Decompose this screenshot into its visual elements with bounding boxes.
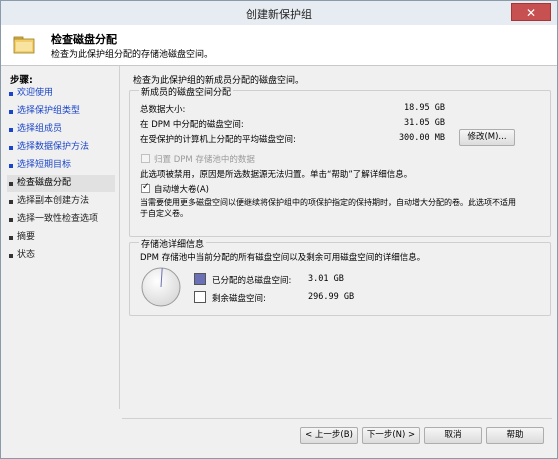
storage-pool-desc: DPM 存储池中当前分配的所有磁盘空间以及剩余可用磁盘空间的详细信息。 — [140, 253, 426, 263]
next-button[interactable]: 下一步(N) > — [362, 427, 420, 444]
pie-chart-icon — [141, 267, 181, 307]
step-label: 摘要 — [17, 232, 36, 242]
step-label: 选择组成员 — [17, 124, 63, 134]
free-value: 296.99 GB — [308, 292, 355, 302]
bullet-icon — [9, 182, 13, 186]
folder-icon — [13, 36, 35, 54]
step-replica-creation: 选择副本创建方法 — [7, 193, 115, 210]
step-label: 检查磁盘分配 — [17, 178, 72, 188]
bullet-icon — [9, 200, 13, 204]
step-label: 选择一致性检查选项 — [17, 214, 99, 224]
free-legend-swatch — [194, 291, 206, 303]
total-data-label: 总数据大小: — [140, 105, 186, 115]
autogrow-description: 当需要使用更多磁盘空间以便继续将保护组中的项保护指定的保持期时，自动增大分配的卷… — [140, 198, 516, 207]
autogrow-checkbox[interactable] — [141, 182, 150, 193]
allocated-legend-swatch — [194, 273, 206, 285]
wizard-header: 检查磁盘分配 检查为此保护组分配的存储池磁盘空间。 — [1, 25, 557, 66]
autogrow-label: 自动增大卷(A) — [154, 185, 209, 195]
window-title: 创建新保护组 — [246, 8, 312, 21]
free-label: 剩余磁盘空间: — [212, 294, 266, 304]
step-label: 选择副本创建方法 — [17, 196, 90, 206]
protected-avg-value: 300.00 MB — [398, 133, 445, 143]
steps-panel: 步骤: 欢迎使用 选择保护组类型 选择组成员 选择数据保护方法 选择短期目标 检… — [1, 66, 120, 409]
allocated-value: 3.01 GB — [308, 274, 344, 284]
bullet-icon — [9, 146, 13, 150]
footer-separator — [122, 418, 552, 419]
step-select-group-type[interactable]: 选择保护组类型 — [7, 103, 115, 120]
step-status: 状态 — [7, 247, 115, 264]
help-button[interactable]: 帮助 — [486, 427, 544, 444]
step-consistency-check: 选择一致性检查选项 — [7, 211, 115, 228]
step-welcome[interactable]: 欢迎使用 — [7, 85, 115, 102]
title-bar: 创建新保护组 ✕ — [1, 1, 557, 25]
new-members-group: 新成员的磁盘空间分配 总数据大小: 18.95 GB 在 DPM 中分配的磁盘空… — [129, 85, 551, 237]
step-protection-method[interactable]: 选择数据保护方法 — [7, 139, 115, 156]
bullet-icon — [9, 236, 13, 240]
bullet-icon — [9, 254, 13, 258]
back-button[interactable]: < 上一步(B) — [300, 427, 358, 444]
bullet-icon — [9, 218, 13, 222]
colocate-note: 此选项被禁用，原因是所选数据源无法归置。单击“帮助”了解详细信息。 — [140, 170, 413, 180]
step-short-term-goals[interactable]: 选择短期目标 — [7, 157, 115, 174]
colocate-checkbox[interactable] — [141, 154, 150, 163]
step-label: 欢迎使用 — [17, 88, 54, 98]
bullet-icon — [9, 164, 13, 168]
step-label: 状态 — [17, 250, 36, 260]
protected-avg-label: 在受保护的计算机上分配的平均磁盘空间: — [140, 135, 296, 145]
colocate-label: 归置 DPM 存储池中的数据 — [154, 155, 255, 165]
allocated-label: 已分配的总磁盘空间: — [212, 276, 292, 286]
step-summary: 摘要 — [7, 229, 115, 246]
page-title: 检查磁盘分配 — [51, 33, 117, 46]
dpm-allocated-value: 31.05 GB — [404, 118, 445, 128]
step-select-members[interactable]: 选择组成员 — [7, 121, 115, 138]
step-review-disk-allocation: 检查磁盘分配 — [7, 175, 115, 192]
step-label: 选择短期目标 — [17, 160, 72, 170]
steps-title: 步骤: — [10, 75, 33, 86]
storage-pool-group: 存储池详细信息 DPM 存储池中当前分配的所有磁盘空间以及剩余可用磁盘空间的详细… — [129, 237, 551, 316]
modify-button[interactable]: 修改(M)... — [459, 129, 515, 146]
step-label: 选择数据保护方法 — [17, 142, 90, 152]
bullet-icon — [9, 92, 13, 96]
close-button[interactable]: ✕ — [511, 3, 551, 21]
total-data-value: 18.95 GB — [404, 103, 445, 113]
bullet-icon — [9, 128, 13, 132]
autogrow-description-cont: 于自定义卷。 — [140, 209, 188, 218]
group-title: 存储池详细信息 — [139, 237, 207, 250]
bullet-icon — [9, 110, 13, 114]
cancel-button[interactable]: 取消 — [424, 427, 482, 444]
page-subtitle: 检查为此保护组分配的存储池磁盘空间。 — [51, 50, 214, 60]
wizard-window: 创建新保护组 ✕ 检查磁盘分配 检查为此保护组分配的存储池磁盘空间。 步骤: 欢… — [0, 0, 558, 459]
dpm-allocated-label: 在 DPM 中分配的磁盘空间: — [140, 120, 244, 130]
group-title: 新成员的磁盘空间分配 — [139, 85, 234, 98]
step-label: 选择保护组类型 — [17, 106, 81, 116]
